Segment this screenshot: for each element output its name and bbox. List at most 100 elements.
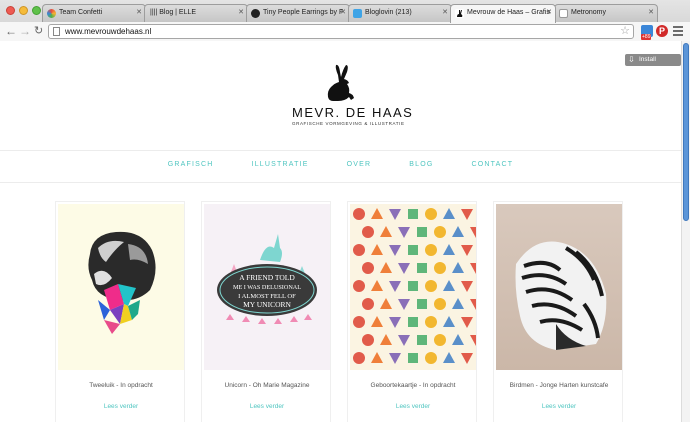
- pattern-shape: [380, 262, 392, 273]
- tab-label: Mevrouw de Haas – Grafis: [467, 9, 550, 16]
- web-page: ⇩ Install Theme MEVR. DE HAAS GRAFISCHE …: [0, 41, 681, 422]
- browser-toolbar: ← → ↻ www.mevrouwdehaas.nl ☆ +89 P: [0, 22, 690, 41]
- tab-close-icon[interactable]: ✕: [340, 5, 346, 21]
- pattern-shape: [425, 280, 437, 292]
- tab-close-icon[interactable]: ✕: [136, 5, 142, 21]
- tab-close-icon[interactable]: ✕: [648, 5, 654, 21]
- pattern-shape: [434, 298, 446, 310]
- read-more-link[interactable]: Lees verder: [56, 403, 186, 410]
- pinterest-icon[interactable]: P: [656, 25, 668, 37]
- window-close-button[interactable]: [6, 6, 15, 15]
- card-image-tweeluik[interactable]: [58, 204, 184, 370]
- pattern-shape: [353, 280, 365, 292]
- brand-tagline: GRAFISCHE VORMGEVING & ILLUSTRATIE: [292, 121, 405, 126]
- pattern-shape: [398, 299, 410, 310]
- pattern-shape: [425, 352, 437, 364]
- nav-item-blog[interactable]: BLOG: [409, 161, 433, 168]
- pattern-shape: [371, 316, 383, 327]
- pattern-shape: [452, 262, 464, 273]
- install-theme-button[interactable]: ⇩ Install Theme: [625, 54, 681, 75]
- pattern-shape: [443, 280, 455, 291]
- pattern-shape: [389, 209, 401, 220]
- tab-close-icon[interactable]: ✕: [546, 5, 552, 21]
- pattern-shape: [398, 263, 410, 274]
- portfolio-card[interactable]: A FRIEND TOLD ME I WAS DELUSIONAL I ALMO…: [201, 201, 331, 422]
- pattern-shape: [461, 281, 473, 292]
- pattern-shape: [398, 335, 410, 346]
- pattern-shape: [443, 208, 455, 219]
- etsy-favicon-icon: [251, 9, 260, 18]
- window-maximize-button[interactable]: [32, 6, 41, 15]
- nav-item-illustratie[interactable]: ILLUSTRATIE: [252, 161, 309, 168]
- nav-item-grafisch[interactable]: GRAFISCH: [168, 161, 214, 168]
- reload-icon[interactable]: ↻: [34, 23, 43, 39]
- tab-team-confetti[interactable]: Team Confetti ✕: [42, 4, 146, 22]
- site-logo[interactable]: MEVR. DE HAAS GRAFISCHE VORMGEVING & ILL…: [292, 63, 412, 126]
- pattern-shape: [443, 352, 455, 363]
- pattern-shape: [353, 316, 365, 328]
- pattern-shape: [470, 263, 476, 274]
- tab-tiny-people[interactable]: Tiny People Earrings by F ✕: [246, 4, 350, 22]
- pattern-shape: [425, 208, 437, 220]
- tab-mevrouw-de-haas[interactable]: Mevrouw de Haas – Grafis ✕: [450, 4, 556, 23]
- pattern-shape: [362, 262, 374, 274]
- card-image-birdmen[interactable]: [496, 204, 622, 370]
- portfolio-card[interactable]: Tweeluik - In opdracht Lees verder: [55, 201, 185, 422]
- pattern-shape: [389, 281, 401, 292]
- pattern-shape: [417, 299, 427, 309]
- pattern-shape: [470, 299, 476, 310]
- pattern-shape: [461, 209, 473, 220]
- page-scrollbar[interactable]: [681, 41, 690, 422]
- portfolio-grid: Tweeluik - In opdracht Lees verder A FRI…: [55, 201, 625, 422]
- window-controls: [6, 6, 41, 15]
- pattern-shape: [452, 298, 464, 309]
- pattern-shape: [362, 226, 374, 238]
- pattern-shape: [417, 335, 427, 345]
- card-art-text: ME I WAS DELUSIONAL: [233, 284, 301, 291]
- pattern-shape: [353, 244, 365, 256]
- rabbit-logo-icon: [327, 64, 354, 101]
- card-title[interactable]: Geboortekaartje - In opdracht: [348, 382, 478, 389]
- nav-item-over[interactable]: OVER: [347, 161, 372, 168]
- pattern-shape: [443, 244, 455, 255]
- tab-elle-blog[interactable]: |||| Blog | ELLE ✕: [144, 4, 248, 22]
- pattern-shape: [371, 244, 383, 255]
- pattern-shape: [408, 317, 418, 327]
- pattern-shape: [408, 281, 418, 291]
- tab-close-icon[interactable]: ✕: [238, 5, 244, 21]
- pattern-shape: [380, 334, 392, 345]
- read-more-link[interactable]: Lees verder: [494, 403, 624, 410]
- card-title[interactable]: Unicorn - Oh Marie Magazine: [202, 382, 332, 389]
- window-minimize-button[interactable]: [19, 6, 28, 15]
- tab-label: Tiny People Earrings by F: [263, 9, 344, 16]
- nav-divider-bottom: [0, 182, 681, 183]
- read-more-link[interactable]: Lees verder: [348, 403, 478, 410]
- pattern-shape: [425, 316, 437, 328]
- browser-menu-icon[interactable]: [673, 26, 683, 38]
- portfolio-card[interactable]: Geboortekaartje - In opdracht Lees verde…: [347, 201, 477, 422]
- url-text[interactable]: www.mevrouwdehaas.nl: [65, 26, 151, 38]
- pattern-shape: [398, 227, 410, 238]
- portfolio-card[interactable]: Birdmen - Jonge Harten kunstcafe Lees ve…: [493, 201, 623, 422]
- address-bar[interactable]: www.mevrouwdehaas.nl ☆: [48, 24, 634, 39]
- card-title[interactable]: Birdmen - Jonge Harten kunstcafe: [494, 382, 624, 389]
- scrollbar-thumb[interactable]: [683, 43, 689, 221]
- pattern-shape: [353, 352, 365, 364]
- tab-bloglovin[interactable]: Bloglovin (213) ✕: [348, 4, 452, 22]
- card-image-geboortekaartje[interactable]: [350, 204, 476, 370]
- pattern-shape: [417, 263, 427, 273]
- tab-label: Metronomy: [571, 9, 607, 16]
- tab-metronomy[interactable]: Metronomy ✕: [554, 4, 658, 22]
- pattern-shape: [425, 244, 437, 256]
- confetti-favicon-icon: [47, 9, 56, 18]
- forward-arrow-icon[interactable]: →: [19, 23, 31, 39]
- tab-close-icon[interactable]: ✕: [442, 5, 448, 21]
- card-image-unicorn[interactable]: A FRIEND TOLD ME I WAS DELUSIONAL I ALMO…: [204, 204, 330, 370]
- nav-item-contact[interactable]: CONTACT: [472, 161, 514, 168]
- back-arrow-icon[interactable]: ←: [5, 23, 17, 39]
- bookmark-star-icon[interactable]: ☆: [620, 24, 630, 37]
- read-more-link[interactable]: Lees verder: [202, 403, 332, 410]
- bloglovin-favicon-icon: [353, 9, 362, 18]
- extension-badge: +89: [641, 34, 652, 40]
- card-title[interactable]: Tweeluik - In opdracht: [56, 382, 186, 389]
